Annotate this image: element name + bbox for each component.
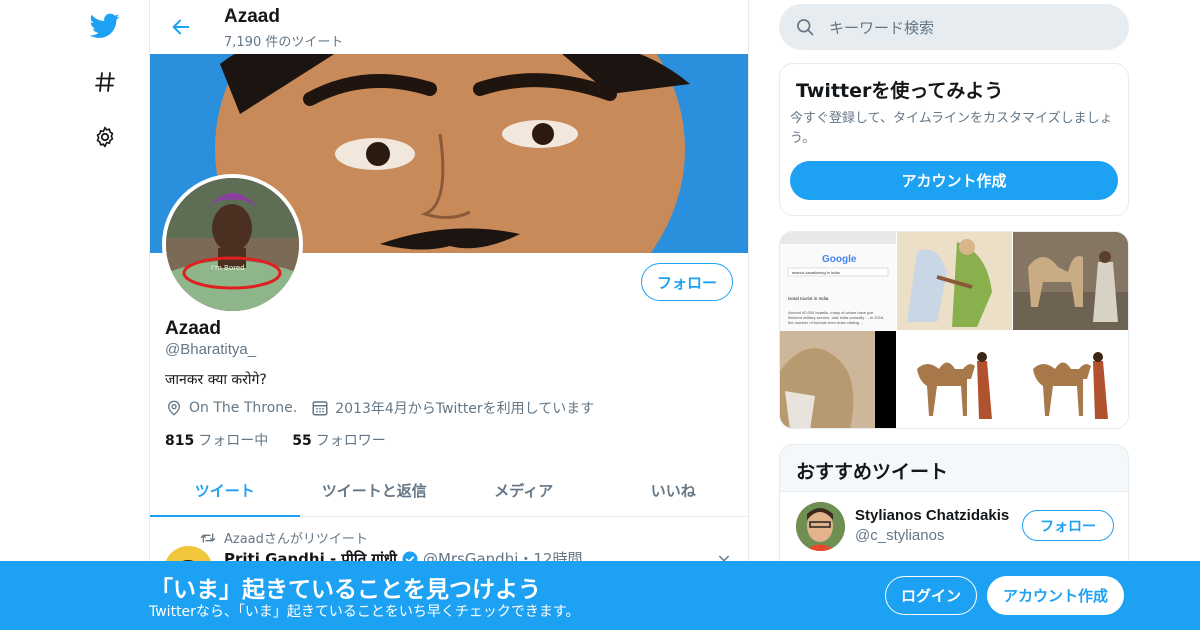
gear-icon[interactable] [90,122,120,152]
recommended-user-avatar[interactable] [796,502,845,551]
bottom-bar-subtitle: Twitterなら、「いま」起きていることをいち早くチェックできます。 [149,604,580,620]
tab-likes[interactable]: いいね [599,464,749,516]
recommended-user-handle: @c_stylianos [855,527,945,544]
bottom-signup-bar: 「いま」起きていることを見つけよう Twitterなら、「いま」起きていることを… [0,561,1200,630]
media-thumb-camel-street[interactable] [1013,232,1128,330]
profile-avatar[interactable]: I'm Bored [162,174,303,315]
search-input[interactable]: キーワード検索 [779,4,1129,50]
recommended-user-name[interactable]: Stylianos Chatzidakis [855,507,1009,524]
media-thumb-camel-2[interactable] [1013,331,1128,428]
google-result-title: Israel tourist in India [788,296,829,301]
following-label: フォロー中 [198,433,269,449]
profile-bio: जानकर क्या करोगे? [165,372,267,388]
hashtag-icon[interactable] [90,67,120,97]
tweet-count: 7,190 件のツイート [224,35,344,50]
following-count: 815 [165,433,195,449]
google-logo: Google [822,254,857,265]
location: On The Throne. [165,399,297,417]
profile-stats: 815 フォロー中 55 フォロワー [165,430,410,450]
profile-column: Azaad 7,190 件のツイート I'm Bored フォロー Azaad … [149,0,749,630]
right-sidebar: キーワード検索 Twitterを使ってみよう 今すぐ登録して、タイムラインをカス… [779,0,1129,630]
signup-card-title: Twitterを使ってみよう [796,80,1004,102]
svg-text:I'm Bored: I'm Bored [211,264,245,272]
google-result-snippet: Around 40,000 Israelis, many of whom hav… [788,310,885,325]
search-icon [795,17,815,37]
recommended-follow-button[interactable]: フォロー [1022,510,1114,541]
retweet-icon [200,531,216,545]
tab-media[interactable]: メディア [449,464,599,516]
google-search-query: search-vacationing in India [792,270,840,275]
header-name: Azaad [224,6,280,27]
twitter-profile-page: Azaad 7,190 件のツイート I'm Bored フォロー Azaad … [0,0,1200,630]
follow-button[interactable]: フォロー [641,263,733,301]
followers-label: フォロワー [315,433,386,449]
location-pin-icon [165,399,183,417]
media-thumb-painting[interactable] [897,232,1012,330]
retweet-indicator: Azaadさんがリツイート [200,528,368,547]
profile-handle: @Bharatitya_ [165,341,257,358]
profile-tabs: ツイート ツイートと返信 メディア いいね [150,464,748,517]
tab-tweets-and-replies[interactable]: ツイートと返信 [300,464,450,516]
followers-stat[interactable]: 55 フォロワー [292,430,385,450]
profile-meta: On The Throne. 2013年4月からTwitterを利用しています [165,398,608,418]
bottom-bar-title: 「いま」起きていることを見つけよう [150,577,541,603]
create-account-button[interactable]: アカウント作成 [987,576,1124,615]
tab-tweets[interactable]: ツイート [150,464,300,517]
followers-count: 55 [292,433,312,449]
recommended-user-row[interactable]: Stylianos Chatzidakis @c_stylianos フォロー [780,491,1128,561]
signup-card: Twitterを使ってみよう 今すぐ登録して、タイムラインをカスタマイズしましょ… [779,63,1129,216]
following-stat[interactable]: 815 フォロー中 [165,430,268,450]
recommended-title: おすすめツイート [796,461,949,483]
join-date-text: 2013年4月からTwitterを利用しています [335,401,595,417]
signup-card-text: 今すぐ登録して、タイムラインをカスタマイズしましょう。 [790,111,1113,146]
location-text: On The Throne. [189,400,298,416]
retweet-text: Azaadさんがリツイート [224,532,368,547]
profile-name: Azaad [165,318,221,339]
login-button[interactable]: ログイン [885,576,977,615]
profile-header: Azaad 7,190 件のツイート [150,0,748,54]
media-thumb-camel-closeup[interactable] [780,331,896,428]
calendar-icon [311,399,329,417]
media-grid: Google search-vacationing in India Israe… [779,231,1129,429]
search-placeholder: キーワード検索 [829,18,935,37]
media-thumb-camel-1[interactable] [897,331,1012,428]
left-nav [80,0,130,630]
twitter-bird-icon[interactable] [90,11,120,41]
signup-card-button[interactable]: アカウント作成 [790,161,1118,200]
join-date: 2013年4月からTwitterを利用しています [311,398,594,418]
back-arrow-icon[interactable] [166,12,196,42]
media-thumb-google[interactable]: Google search-vacationing in India Israe… [780,232,896,330]
